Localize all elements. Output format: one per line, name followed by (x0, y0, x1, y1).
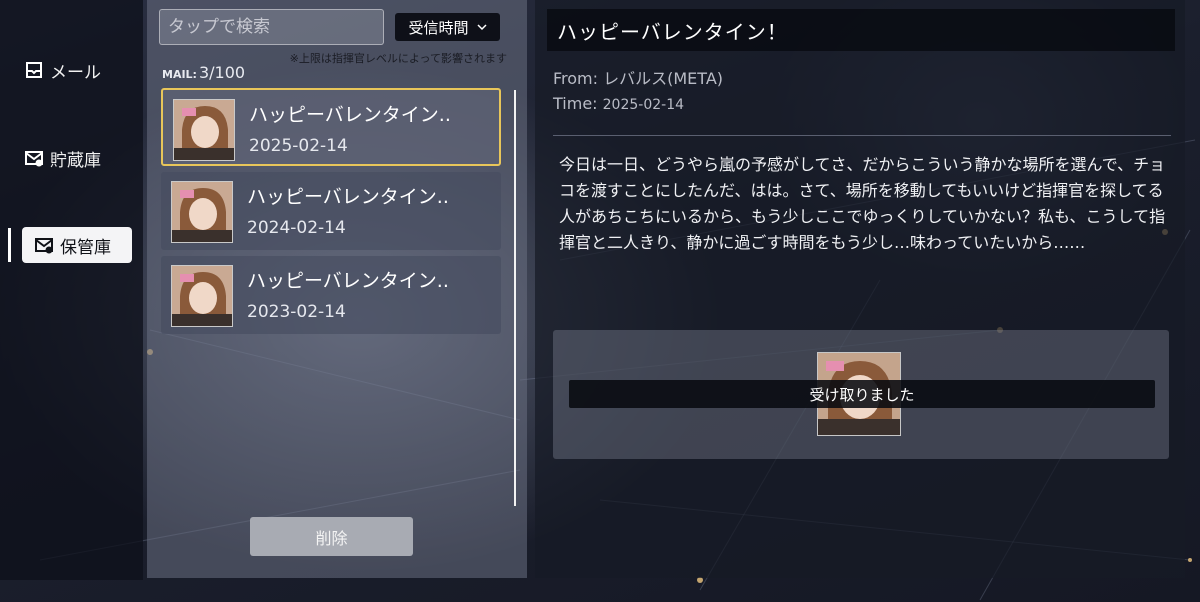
nav-label-storage: 貯蔵庫 (50, 150, 101, 171)
delete-button[interactable]: 削除 (250, 517, 413, 556)
list-scrollbar[interactable] (514, 90, 516, 506)
from-label: From: (553, 69, 599, 88)
reward-box: 受け取りました (553, 330, 1169, 459)
chevron-down-icon (476, 24, 487, 31)
mail-date: 2025-02-14 (249, 136, 348, 156)
mail-subject: ハッピーバレンタイン！ (547, 9, 1175, 51)
mail-title: ハッピーバレンタイン.. (247, 186, 449, 208)
mail-title: ハッピーバレンタイン.. (249, 104, 451, 126)
mail-item[interactable]: ハッピーバレンタイン.. 2023-02-14 (161, 256, 501, 334)
mail-body: 今日は一日、どうやら嵐の予感がしてさ、だからこういう静かな場所を選んで、チョコを… (559, 155, 1166, 252)
mail-archive-icon (35, 238, 53, 254)
sort-dropdown[interactable]: 受信時間 (395, 13, 500, 41)
mail-title: ハッピーバレンタイン.. (247, 270, 449, 292)
time-label: Time: (553, 94, 598, 113)
mail-count: MAIL: 3/100 (162, 63, 245, 82)
nav-active-indicator (8, 228, 11, 262)
mail-detail-panel: ハッピーバレンタイン！ From: レバルス(META) Time: 2025-… (535, 0, 1185, 578)
mail-date: 2023-02-14 (247, 302, 346, 322)
mail-list-panel: 受信時間 ※上限は指揮官レベルによって影響されます MAIL:3/100 ハッピ… (147, 0, 527, 578)
mail-inbox-icon (26, 62, 42, 78)
received-status: 受け取りました (569, 380, 1155, 408)
mail-count-value: 3 (198, 63, 210, 82)
capacity-note: ※上限は指揮官レベルによって影響されます (289, 52, 507, 65)
nav-item-mail[interactable]: メール (22, 52, 132, 88)
side-nav: メール 貯蔵庫 保管庫 (0, 0, 143, 580)
sort-label: 受信時間 (408, 18, 469, 37)
mail-item[interactable]: ハッピーバレンタイン.. 2024-02-14 (161, 172, 501, 250)
divider (553, 135, 1171, 136)
from-value: レバルス(META) (603, 69, 724, 88)
sender-avatar (171, 181, 233, 243)
mail-storage-icon (25, 151, 43, 167)
nav-label-archive: 保管庫 (60, 237, 111, 258)
nav-item-storage[interactable]: 貯蔵庫 (22, 140, 132, 176)
mail-count-max: 100 (214, 63, 246, 82)
mail-from: From: レバルス(META) (553, 65, 723, 89)
sender-avatar (173, 99, 235, 161)
nav-item-archive[interactable]: 保管庫 (22, 227, 132, 263)
sender-avatar (171, 265, 233, 327)
search-input[interactable] (159, 9, 384, 45)
mail-time: Time: 2025-02-14 (553, 94, 684, 113)
nav-label-mail: メール (50, 62, 101, 83)
mail-item[interactable]: ハッピーバレンタイン.. 2025-02-14 (161, 88, 501, 166)
mail-date: 2024-02-14 (247, 218, 346, 238)
mail-count-label: MAIL: (162, 68, 197, 81)
time-value: 2025-02-14 (602, 97, 685, 113)
